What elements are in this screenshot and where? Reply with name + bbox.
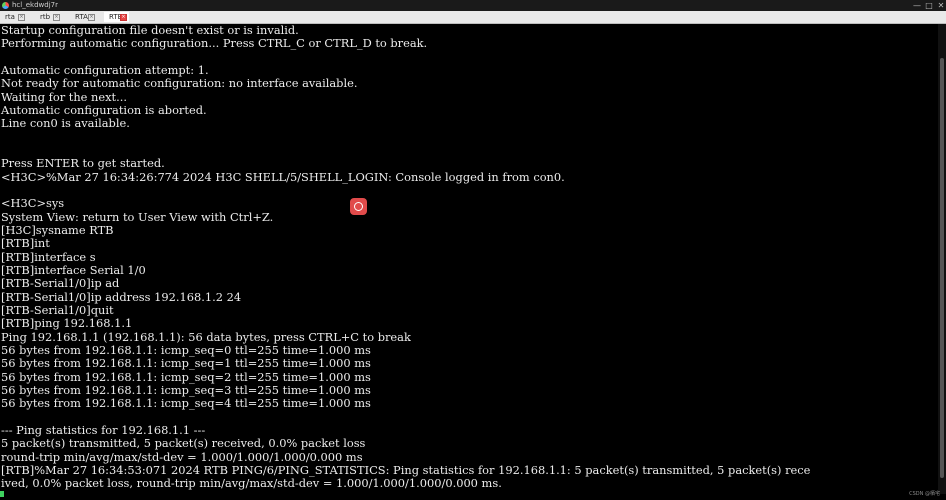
window-titlebar: hcl_ekdwdj7r — □ ✕ xyxy=(0,0,946,11)
terminal-line: Not ready for automatic configuration: n… xyxy=(1,76,358,91)
terminal-line: 56 bytes from 192.168.1.1: icmp_seq=3 tt… xyxy=(1,382,371,397)
terminal-line: --- Ping statistics for 192.168.1.1 --- xyxy=(1,422,206,437)
tab-close-icon[interactable]: × xyxy=(120,14,127,21)
terminal-line: 56 bytes from 192.168.1.1: icmp_seq=0 tt… xyxy=(1,342,371,357)
terminal-line: round-trip min/avg/max/std-dev = 1.000/1… xyxy=(1,449,363,464)
tab-rtb-lower[interactable]: rtb × xyxy=(35,12,62,22)
terminal-line: Automatic configuration is aborted. xyxy=(1,102,207,117)
terminal-line: Press ENTER to get started. xyxy=(1,156,165,171)
terminal-line: [RTB-Serial1/0]ip ad xyxy=(1,276,120,291)
tab-close-icon[interactable]: × xyxy=(88,14,95,21)
app-logo-icon xyxy=(2,2,9,9)
watermark: CSDN @栖宅 xyxy=(909,491,940,497)
tab-label: rta xyxy=(5,13,15,21)
screen-recorder-icon[interactable] xyxy=(350,198,367,215)
terminal-line: ived, 0.0% packet loss, round-trip min/a… xyxy=(1,476,502,491)
terminal-line: Line con0 is available. xyxy=(1,116,130,131)
window-title: hcl_ekdwdj7r xyxy=(12,1,58,9)
terminal-line: 56 bytes from 192.168.1.1: icmp_seq=2 tt… xyxy=(1,369,371,384)
tab-rtb-upper[interactable]: RTB × xyxy=(104,12,129,22)
terminal-line: <H3C>sys xyxy=(1,196,65,211)
tab-label: RTA xyxy=(75,13,88,21)
terminal-line: [RTB]interface Serial 1/0 xyxy=(1,262,146,277)
terminal-line: Ping 192.168.1.1 (192.168.1.1): 56 data … xyxy=(1,329,411,344)
terminal-line: 56 bytes from 192.168.1.1: icmp_seq=1 tt… xyxy=(1,356,371,371)
minimize-button[interactable]: — xyxy=(911,0,923,11)
terminal-line: [RTB]int xyxy=(1,236,50,251)
terminal-cursor xyxy=(0,491,4,497)
maximize-button[interactable]: □ xyxy=(923,0,935,11)
tab-close-icon[interactable]: × xyxy=(18,14,25,21)
terminal-scrollbar[interactable] xyxy=(938,24,946,494)
terminal-line: Performing automatic configuration... Pr… xyxy=(1,36,428,51)
tab-close-icon[interactable]: × xyxy=(53,14,60,21)
terminal-line: Waiting for the next... xyxy=(1,89,127,104)
terminal-line: 5 packet(s) transmitted, 5 packet(s) rec… xyxy=(1,436,366,451)
terminal-line: <H3C>%Mar 27 16:34:26:774 2024 H3C SHELL… xyxy=(1,169,565,184)
terminal-line: [RTB]ping 192.168.1.1 xyxy=(1,316,133,331)
session-tab-bar: rta × rtb × RTA × RTB × xyxy=(0,11,946,24)
terminal-output[interactable]: Startup configuration file doesn't exist… xyxy=(0,24,938,494)
tab-label: rtb xyxy=(40,13,51,21)
terminal-line: [RTB]interface s xyxy=(1,249,96,264)
tab-rta-lower[interactable]: rta × xyxy=(0,12,27,22)
terminal-line: System View: return to User View with Ct… xyxy=(1,209,274,224)
terminal-line: Automatic configuration attempt: 1. xyxy=(1,62,209,77)
terminal-line: [H3C]sysname RTB xyxy=(1,222,114,237)
terminal-line: [RTB-Serial1/0]quit xyxy=(1,302,114,317)
scrollbar-thumb[interactable] xyxy=(940,58,944,478)
terminal-line: Startup configuration file doesn't exist… xyxy=(1,24,299,37)
terminal-line: 56 bytes from 192.168.1.1: icmp_seq=4 tt… xyxy=(1,396,371,411)
terminal-line: [RTB-Serial1/0]ip address 192.168.1.2 24 xyxy=(1,289,242,304)
terminal-line: [RTB]%Mar 27 16:34:53:071 2024 RTB PING/… xyxy=(1,462,811,477)
tab-rta-upper[interactable]: RTA × xyxy=(70,12,97,22)
close-button[interactable]: ✕ xyxy=(935,0,946,11)
